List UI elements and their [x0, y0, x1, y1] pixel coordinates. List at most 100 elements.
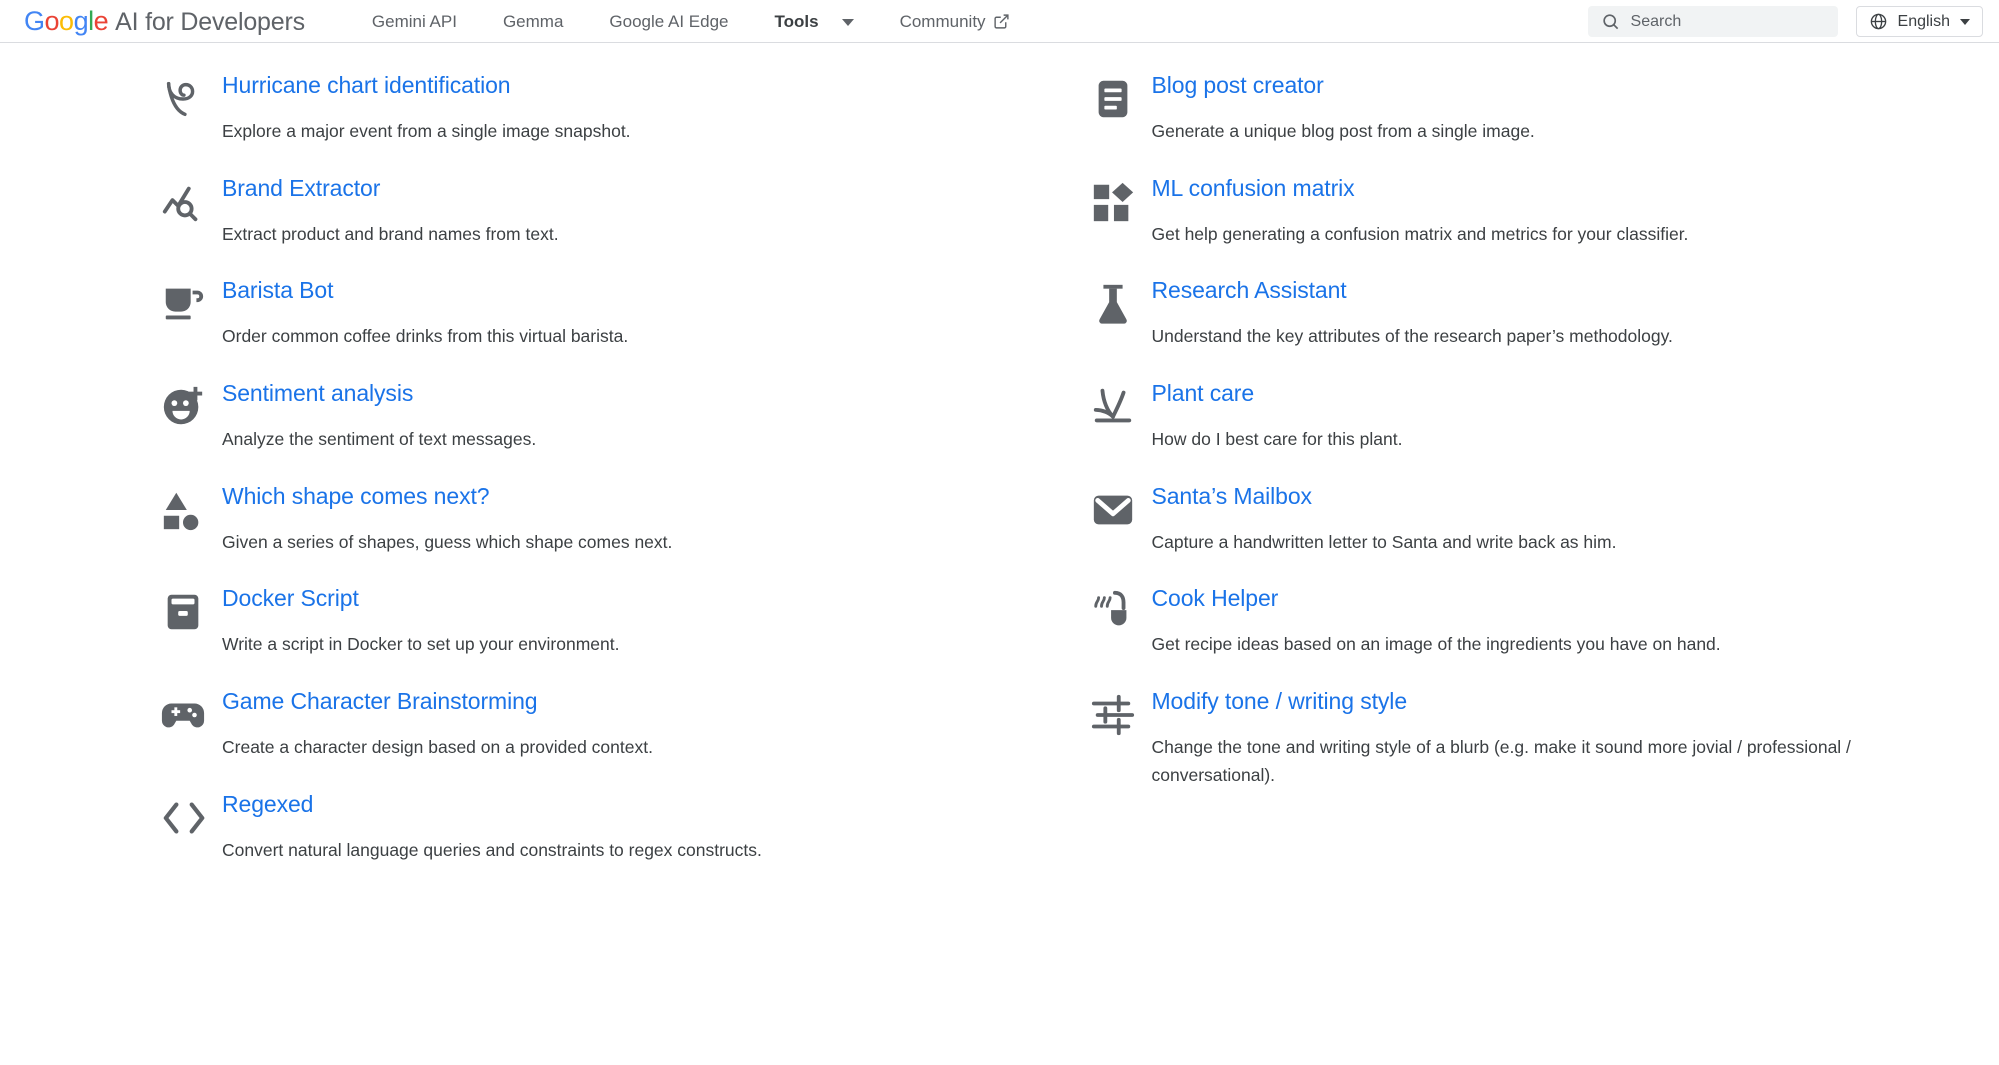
card-description: Explore a major event from a single imag…	[222, 121, 631, 142]
nav-label: Community	[899, 11, 986, 31]
card-title[interactable]: Regexed	[222, 789, 313, 820]
hurricane-icon	[160, 70, 222, 122]
card-description: Capture a handwritten letter to Santa an…	[1151, 531, 1617, 552]
card-description: Convert natural language queries and con…	[222, 839, 762, 860]
card-body: Research Assistant Understand the key at…	[1152, 275, 1999, 351]
prompt-card[interactable]: Which shape comes next? Given a series o…	[160, 454, 1070, 557]
prompt-card[interactable]: Game Character Brainstorming Create a ch…	[160, 659, 1070, 762]
coffee-cup-icon	[160, 275, 222, 327]
nav-label: Tools	[774, 11, 819, 31]
gallery-column-left: Hurricane chart identification Explore a…	[160, 43, 1070, 865]
card-description: Given a series of shapes, guess which sh…	[222, 531, 673, 552]
header-right-controls: English	[1587, 0, 1983, 43]
card-description: Order common coffee drinks from this vir…	[222, 326, 629, 347]
tune-sliders-icon	[1090, 686, 1152, 738]
flask-icon	[1090, 275, 1152, 327]
card-description: Get recipe ideas based on an image of th…	[1151, 634, 1721, 655]
chevron-down-icon	[841, 18, 854, 26]
card-description: Get help generating a confusion matrix a…	[1151, 223, 1689, 244]
card-body: Santa’s Mailbox Capture a handwritten le…	[1152, 481, 1999, 557]
prompt-card[interactable]: Blog post creator Generate a unique blog…	[1090, 43, 1999, 146]
card-description: Change the tone and writing style of a b…	[1151, 737, 1851, 785]
card-title[interactable]: Hurricane chart identification	[222, 70, 511, 101]
gamepad-icon	[160, 686, 222, 738]
card-body: Plant care How do I best care for this p…	[1152, 378, 1999, 454]
card-description: Generate a unique blog post from a singl…	[1151, 121, 1535, 142]
card-body: Brand Extractor Extract product and bran…	[222, 173, 1070, 249]
card-title[interactable]: Sentiment analysis	[222, 378, 413, 409]
dashboard-matrix-icon	[1090, 173, 1152, 225]
nav-label: Google AI Edge	[609, 11, 729, 31]
gallery-column-right: Blog post creator Generate a unique blog…	[1090, 43, 1999, 865]
language-selector[interactable]: English	[1855, 6, 1983, 37]
card-title[interactable]: Brand Extractor	[222, 173, 380, 204]
nav-label: Gemma	[502, 11, 564, 31]
card-body: Barista Bot Order common coffee drinks f…	[222, 275, 1070, 351]
envelope-icon	[1090, 481, 1152, 533]
search-icon	[1601, 12, 1620, 31]
nav-label: Gemini API	[371, 11, 457, 31]
site-header: Google AI for Developers Gemini API Gemm…	[0, 0, 1999, 43]
card-title[interactable]: Docker Script	[222, 583, 359, 614]
nav-item-gemma[interactable]: Gemma	[480, 0, 586, 43]
prompt-card[interactable]: Modify tone / writing style Change the t…	[1090, 659, 1999, 789]
prompt-card[interactable]: Regexed Convert natural language queries…	[160, 762, 1070, 865]
card-description: Extract product and brand names from tex…	[222, 223, 559, 244]
caret-down-icon	[1960, 18, 1970, 25]
card-title[interactable]: ML confusion matrix	[1152, 173, 1355, 204]
google-wordmark: Google	[24, 5, 109, 36]
card-description: Analyze the sentiment of text messages.	[222, 429, 537, 450]
card-title[interactable]: Game Character Brainstorming	[222, 686, 538, 717]
prompt-card[interactable]: ML confusion matrix Get help generating …	[1090, 146, 1999, 249]
prompt-card[interactable]: Docker Script Write a script in Docker t…	[160, 556, 1070, 659]
card-body: Cook Helper Get recipe ideas based on an…	[1152, 583, 1999, 659]
nav-item-community[interactable]: Community	[877, 0, 1033, 43]
card-title[interactable]: Which shape comes next?	[222, 481, 490, 512]
card-description: Write a script in Docker to set up your …	[222, 634, 620, 655]
prompt-gallery: Hurricane chart identification Explore a…	[0, 43, 1999, 865]
card-body: Which shape comes next? Given a series o…	[222, 481, 1070, 557]
prompt-card[interactable]: Cook Helper Get recipe ideas based on an…	[1090, 556, 1999, 659]
card-body: ML confusion matrix Get help generating …	[1152, 173, 1999, 249]
card-body: Blog post creator Generate a unique blog…	[1152, 70, 1999, 146]
card-title[interactable]: Modify tone / writing style	[1152, 686, 1408, 717]
nav-item-google-ai-edge[interactable]: Google AI Edge	[586, 0, 751, 43]
globe-icon	[1869, 12, 1888, 31]
cooking-pot-icon	[1090, 583, 1152, 635]
card-body: Hurricane chart identification Explore a…	[222, 70, 1070, 146]
prompt-card[interactable]: Santa’s Mailbox Capture a handwritten le…	[1090, 454, 1999, 557]
article-icon	[1090, 70, 1152, 122]
shapes-icon	[160, 481, 222, 533]
card-title[interactable]: Blog post creator	[1152, 70, 1324, 101]
card-title[interactable]: Plant care	[1152, 378, 1255, 409]
primary-nav: Gemini API Gemma Google AI Edge Tools Co…	[349, 0, 1033, 43]
search-input[interactable]	[1630, 12, 1825, 31]
brand-suffix: AI for Developers	[115, 7, 305, 36]
card-title[interactable]: Research Assistant	[1152, 275, 1347, 306]
card-title[interactable]: Barista Bot	[222, 275, 334, 306]
prompt-card[interactable]: Research Assistant Understand the key at…	[1090, 248, 1999, 351]
card-body: Modify tone / writing style Change the t…	[1152, 686, 1999, 789]
search-box[interactable]	[1587, 6, 1838, 37]
card-title[interactable]: Santa’s Mailbox	[1152, 481, 1313, 512]
prompt-card[interactable]: Sentiment analysis Analyze the sentiment…	[160, 351, 1070, 454]
card-description: How do I best care for this plant.	[1151, 429, 1403, 450]
trend-search-icon	[160, 173, 222, 225]
language-label: English	[1897, 12, 1950, 30]
brand-logo[interactable]: Google AI for Developers	[24, 6, 305, 37]
nav-item-gemini-api[interactable]: Gemini API	[349, 0, 480, 43]
prompt-card[interactable]: Plant care How do I best care for this p…	[1090, 351, 1999, 454]
card-title[interactable]: Cook Helper	[1152, 583, 1279, 614]
card-body: Docker Script Write a script in Docker t…	[222, 583, 1070, 659]
docker-container-icon	[160, 583, 222, 635]
prompt-card[interactable]: Brand Extractor Extract product and bran…	[160, 146, 1070, 249]
card-body: Sentiment analysis Analyze the sentiment…	[222, 378, 1070, 454]
prompt-card[interactable]: Hurricane chart identification Explore a…	[160, 43, 1070, 146]
plant-icon	[1090, 378, 1152, 430]
external-link-icon	[993, 13, 1010, 30]
card-description: Create a character design based on a pro…	[222, 737, 653, 758]
card-description: Understand the key attributes of the res…	[1151, 326, 1673, 347]
nav-item-tools[interactable]: Tools	[752, 0, 877, 43]
mood-plus-icon	[160, 378, 222, 430]
prompt-card[interactable]: Barista Bot Order common coffee drinks f…	[160, 248, 1070, 351]
